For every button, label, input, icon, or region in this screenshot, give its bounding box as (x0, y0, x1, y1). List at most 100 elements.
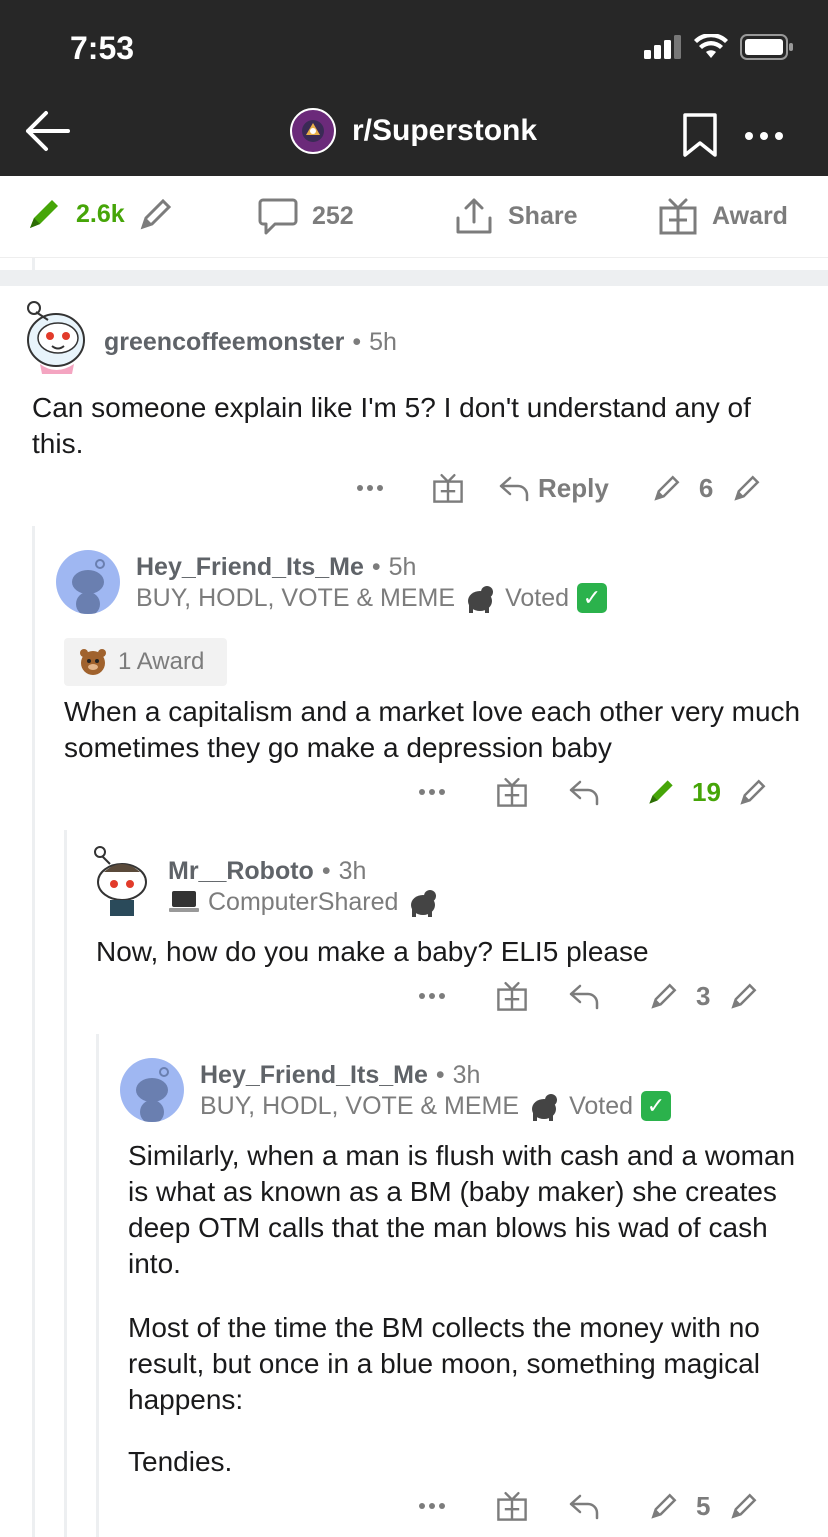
avatar[interactable] (120, 1058, 184, 1122)
comment-header: Hey_Friend_Its_Me • 5h (136, 553, 416, 582)
comments-button[interactable]: 252 (258, 196, 354, 236)
bookmark-icon (683, 113, 717, 157)
comment-count: 252 (312, 201, 354, 230)
flair-text: BUY, HODL, VOTE & MEME (200, 1091, 520, 1120)
back-button[interactable] (20, 104, 74, 158)
upvote-icon[interactable] (650, 1492, 678, 1520)
flair-voted: Voted (569, 1091, 634, 1120)
comment-body-paragraph: Tendies. (128, 1446, 233, 1477)
avatar[interactable] (22, 298, 88, 374)
flair-voted: Voted (505, 583, 570, 612)
vote-count: 2.6k (76, 199, 125, 228)
post-action-bar: 2.6k 252 Share Award (0, 176, 828, 258)
comment-header: Mr__Roboto • 3h (168, 857, 366, 886)
comment-username[interactable]: Mr__Roboto (168, 857, 314, 886)
subreddit-name[interactable]: r/Superstonk (352, 114, 537, 148)
meta-separator: • (321, 857, 331, 885)
vote-group: 2.6k (26, 196, 173, 232)
comment-score: 5 (696, 1490, 711, 1521)
downvote-icon[interactable] (739, 778, 767, 806)
share-button[interactable]: Share (454, 196, 577, 236)
more-horizontal-icon (745, 132, 783, 140)
more-horizontal-icon[interactable] (418, 992, 446, 1000)
user-flair: BUY, HODL, VOTE & MEME Voted ✓ (200, 1091, 672, 1121)
comment-body: Can someone explain like I'm 5? I don't … (32, 392, 751, 459)
downvote-icon[interactable] (730, 1492, 758, 1520)
flair-text: ComputerShared (208, 887, 399, 916)
gift-icon[interactable] (496, 1490, 528, 1522)
gift-icon[interactable] (496, 776, 528, 808)
checkmark-icon: ✓ (577, 583, 608, 613)
reply-arrow-icon (499, 476, 529, 502)
comment-header: greencoffeemonster • 5h (104, 328, 397, 357)
header-bar: r/Superstonk (0, 92, 828, 176)
gift-icon (659, 198, 697, 235)
meta-separator: • (371, 553, 381, 581)
downvote-icon[interactable] (139, 197, 173, 231)
upvote-icon[interactable] (650, 982, 678, 1010)
comment-body: Now, how do you make a baby? ELI5 please (96, 936, 649, 967)
thread-line (32, 526, 35, 1537)
gorilla-icon (468, 586, 494, 613)
snoo-avatar-icon (136, 1067, 169, 1122)
subreddit-logo-icon (302, 120, 324, 142)
reply-arrow-icon[interactable] (568, 982, 600, 1010)
comment-actions: 3 (418, 980, 758, 1012)
upvote-icon[interactable] (653, 474, 681, 502)
reply-button[interactable]: Reply (498, 473, 609, 504)
thread-line (96, 1034, 99, 1537)
avatar[interactable] (56, 550, 120, 614)
comment-score: 19 (692, 776, 721, 807)
downvote-icon[interactable] (733, 474, 761, 502)
laptop-icon (169, 891, 199, 912)
comment-body: When a capitalism and a market love each… (64, 696, 801, 763)
back-arrow-icon (26, 111, 70, 151)
comment-actions: 19 (418, 776, 767, 808)
gorilla-icon (411, 890, 437, 917)
status-time: 7:53 (70, 30, 135, 66)
gift-icon[interactable] (432, 472, 464, 504)
share-icon (456, 198, 492, 234)
battery-icon (740, 34, 793, 60)
gift-icon[interactable] (496, 980, 528, 1012)
status-icons (644, 34, 794, 60)
comment-actions: Reply 6 (356, 472, 761, 504)
share-label: Share (508, 201, 578, 230)
upvote-icon[interactable] (26, 196, 62, 232)
more-horizontal-icon[interactable] (418, 788, 446, 796)
comment-bubble-icon (258, 198, 298, 235)
downvote-icon[interactable] (730, 982, 758, 1010)
upvote-icon[interactable] (646, 777, 676, 807)
comment-username[interactable]: Hey_Friend_Its_Me (136, 553, 364, 582)
subreddit-avatar[interactable] (290, 108, 336, 154)
more-horizontal-icon[interactable] (356, 484, 384, 492)
award-button[interactable]: Award (658, 196, 788, 236)
gorilla-icon (532, 1094, 558, 1121)
reply-arrow-icon[interactable] (568, 778, 600, 806)
comment-actions: 5 (418, 1490, 758, 1522)
comment-age: 3h (452, 1061, 481, 1089)
user-flair: ComputerShared (168, 887, 440, 917)
snoo-avatar-icon (94, 846, 147, 916)
comment-score: 3 (696, 980, 711, 1011)
user-flair: BUY, HODL, VOTE & MEME Voted ✓ (136, 583, 608, 613)
thread-line (32, 258, 35, 270)
reply-arrow-icon[interactable] (568, 1492, 600, 1520)
comment-body-paragraph: Similarly, when a man is flush with cash… (128, 1140, 796, 1279)
comment-header: Hey_Friend_Its_Me • 3h (200, 1061, 480, 1090)
snoo-avatar-icon (27, 301, 85, 374)
signal-icon (644, 35, 681, 59)
more-horizontal-icon[interactable] (418, 1502, 446, 1510)
section-divider (0, 270, 828, 286)
comment-username[interactable]: Hey_Friend_Its_Me (200, 1061, 428, 1090)
more-options-button[interactable] (744, 128, 784, 146)
award-badge[interactable]: 1 Award (64, 638, 227, 686)
flair-text: BUY, HODL, VOTE & MEME (136, 583, 456, 612)
comment-score: 6 (698, 472, 714, 503)
save-button[interactable] (682, 112, 718, 163)
award-label: Award (712, 201, 788, 230)
comment-age: 5h (369, 328, 397, 356)
checkmark-icon: ✓ (641, 1091, 672, 1121)
comment-username[interactable]: greencoffeemonster (104, 328, 344, 357)
avatar[interactable] (88, 844, 154, 918)
